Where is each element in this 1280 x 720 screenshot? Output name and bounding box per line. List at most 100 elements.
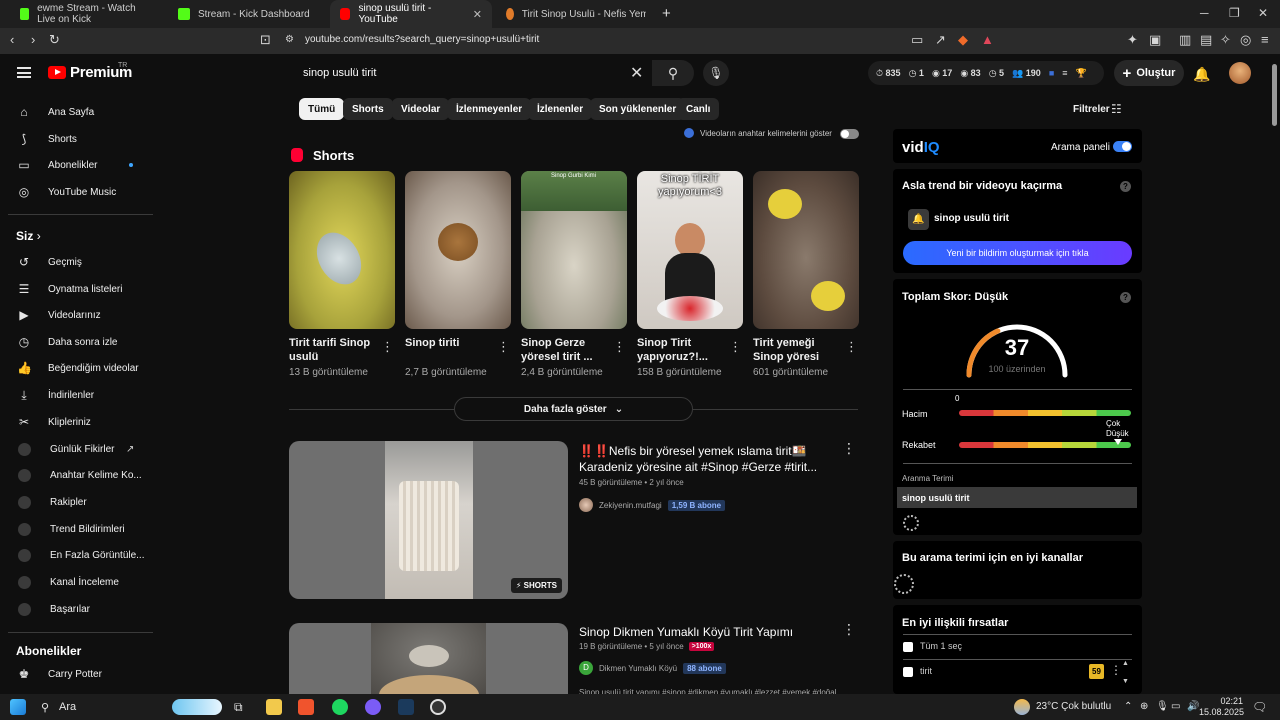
sidebar-item-youtube-music[interactable]: ◎ YouTube Music bbox=[0, 179, 160, 205]
channel-row[interactable]: Zekiyenin.mutfagi 1,59 B abone bbox=[579, 498, 726, 512]
menu-icon[interactable]: ≡ bbox=[1261, 32, 1269, 47]
address-bar[interactable]: youtube.com/results?search_query=sinop+u… bbox=[305, 34, 539, 45]
short-thumbnail[interactable]: Sinop TİRİT yapıyorum<3 bbox=[637, 171, 743, 329]
more-options-icon[interactable]: ⋮ bbox=[842, 440, 856, 457]
new-tab-icon[interactable]: + bbox=[662, 5, 671, 22]
more-options-icon[interactable]: ⋮ bbox=[842, 621, 856, 638]
volume-icon[interactable]: 🔊 bbox=[1187, 701, 1199, 712]
page-scrollbar[interactable] bbox=[1272, 64, 1277, 126]
channel-row[interactable]: D Dikmen Yumaklı Köyü 88 abone bbox=[579, 661, 726, 675]
sidebar-item-your-videos[interactable]: ▶ Videolarınız bbox=[0, 302, 160, 328]
weather-text[interactable]: 23°C Çok bulutlu bbox=[1036, 701, 1111, 712]
more-options-icon[interactable]: ⋮ bbox=[1110, 663, 1122, 677]
vpn-icon[interactable]: ◎ bbox=[1240, 32, 1251, 48]
short-card[interactable]: Tirit tarifi Sinop usulü ⋮ 13 B görüntül… bbox=[289, 171, 395, 378]
sidebar-item-watch-later[interactable]: ◷ Daha sonra izle bbox=[0, 329, 160, 355]
more-options-icon[interactable]: ⋮ bbox=[381, 339, 394, 355]
chip-all[interactable]: Tümü bbox=[299, 98, 345, 120]
taskbar-search[interactable]: Ara bbox=[59, 701, 76, 713]
sidebar-item-channel-review[interactable]: Kanal İnceleme bbox=[0, 569, 160, 595]
channel-avatar[interactable] bbox=[579, 498, 593, 512]
create-button[interactable]: + Oluştur bbox=[1114, 60, 1184, 86]
search-highlight-image[interactable] bbox=[172, 699, 222, 715]
short-title[interactable]: Sinop Tirit yapıyoruz?!... bbox=[637, 336, 727, 364]
sidebar-item-competitors[interactable]: Rakipler bbox=[0, 489, 160, 515]
video-title[interactable]: Sinop Dikmen Yumaklı Köyü Tirit Yapımı bbox=[579, 624, 829, 640]
show-more-button[interactable]: Daha fazla göster ⌄ bbox=[454, 397, 693, 421]
brave-browser-icon[interactable] bbox=[298, 699, 314, 715]
bookmark-icon[interactable]: ⊡ bbox=[260, 32, 271, 48]
guide-menu-icon[interactable] bbox=[17, 67, 31, 78]
notification-center-icon[interactable]: 🗨 bbox=[1252, 700, 1267, 714]
wallet-icon[interactable]: ▤ bbox=[1200, 32, 1212, 48]
close-tab-icon[interactable]: ✕ bbox=[473, 8, 482, 21]
select-all-checkbox[interactable] bbox=[903, 642, 913, 652]
short-card[interactable]: Sinop Gurbi Kimi Sinop Gerze yöresel tir… bbox=[521, 171, 627, 378]
short-title[interactable]: Tirit tarifi Sinop usulü bbox=[289, 336, 379, 364]
chevron-up-icon[interactable]: ⌃ bbox=[1124, 701, 1132, 712]
more-options-icon[interactable]: ⋮ bbox=[729, 339, 742, 355]
avatar[interactable] bbox=[1229, 62, 1251, 84]
search-icon[interactable]: ⚲ bbox=[41, 701, 49, 714]
help-icon[interactable]: ? bbox=[1120, 292, 1131, 303]
search-panel-toggle[interactable] bbox=[1113, 141, 1132, 152]
leo-icon[interactable]: ✧ bbox=[1220, 32, 1231, 48]
notifications-bell-icon[interactable]: 🔔 bbox=[1193, 66, 1210, 83]
sidebar-item-playlists[interactable]: ☰ Oynatma listeleri bbox=[0, 276, 160, 302]
short-card[interactable]: Tirit yemeği Sinop yöresi ⋮ 601 görüntül… bbox=[753, 171, 859, 378]
tab-kick-stream[interactable]: ewme Stream - Watch Live on Kick bbox=[10, 0, 165, 28]
close-window-icon[interactable]: ✕ bbox=[1258, 6, 1268, 20]
short-thumbnail[interactable] bbox=[289, 171, 395, 329]
file-explorer-icon[interactable] bbox=[266, 699, 282, 715]
extensions-icon[interactable]: ✦ bbox=[1127, 32, 1138, 48]
brave-shield-icon[interactable]: ◆ bbox=[958, 32, 968, 48]
windows-start-icon[interactable] bbox=[10, 699, 26, 715]
video-thumbnail[interactable]: ⚡ SHORTS bbox=[289, 441, 568, 599]
chip-videos[interactable]: Videolar bbox=[392, 98, 450, 120]
channel-avatar[interactable]: D bbox=[579, 661, 593, 675]
sidebar-item-most-viewed[interactable]: En Fazla Görüntüle... bbox=[0, 542, 160, 568]
sidebar-item-home[interactable]: ⌂ Ana Sayfa bbox=[0, 99, 160, 125]
steam-icon[interactable] bbox=[398, 699, 414, 715]
sidebar-item-daily-ideas[interactable]: Günlük Fikirler ↗ bbox=[0, 436, 160, 462]
short-thumbnail[interactable] bbox=[405, 171, 511, 329]
chip-live[interactable]: Canlı bbox=[677, 98, 720, 120]
sidebar-toggle-icon[interactable]: ▥ bbox=[1179, 32, 1191, 48]
chip-watched[interactable]: İzlenenler bbox=[528, 98, 593, 120]
chip-shorts[interactable]: Shorts bbox=[343, 98, 393, 120]
search-button[interactable]: ⚲ bbox=[652, 60, 694, 86]
network-icon[interactable]: ▭ bbox=[1171, 701, 1180, 712]
chip-recent[interactable]: Son yüklenenler bbox=[590, 98, 686, 120]
sidebar-item-downloads[interactable]: ⤓ İndirilenler bbox=[0, 382, 160, 408]
tab-search-icon[interactable]: ▣ bbox=[1149, 32, 1161, 48]
more-options-icon[interactable]: ⋮ bbox=[845, 339, 858, 355]
tab-kick-dashboard[interactable]: Stream - Kick Dashboard bbox=[168, 0, 328, 28]
channel-name[interactable]: Zekiyenin.mutfagi bbox=[599, 501, 662, 510]
obs-icon[interactable] bbox=[430, 699, 446, 715]
voice-search-button[interactable]: 🎙 bbox=[703, 60, 729, 86]
sidebar-item-shorts[interactable]: ⟆ Shorts bbox=[0, 126, 160, 152]
vidiq-stats-bar[interactable]: ⏱ 835 ◷ 1 ◉ 17 ◉ 83 ◷ 5 👥 190 ■ ≡ 🏆 bbox=[868, 61, 1104, 85]
sidebar-item-trend-alerts[interactable]: Trend Bildirimleri bbox=[0, 516, 160, 542]
short-card[interactable]: Sinop TİRİT yapıyorum<3 Sinop Tirit yapı… bbox=[637, 171, 743, 378]
create-notification-button[interactable]: Yeni bir bildirim oluşturmak için tıkla bbox=[903, 241, 1132, 265]
minimize-icon[interactable]: ─ bbox=[1200, 6, 1209, 20]
video-title[interactable]: ‼️‼️Nefis bir yöresel yemek ıslama tirit… bbox=[579, 443, 829, 475]
channel-name[interactable]: Dikmen Yumaklı Köyü bbox=[599, 664, 677, 673]
share-icon[interactable]: ↗ bbox=[935, 32, 946, 48]
spotify-icon[interactable] bbox=[332, 699, 348, 715]
sidebar-item-subscriptions[interactable]: ▭ Abonelikler bbox=[0, 152, 160, 178]
maximize-icon[interactable]: ❐ bbox=[1229, 6, 1240, 20]
help-icon[interactable]: ? bbox=[1120, 181, 1131, 192]
forward-icon[interactable]: › bbox=[31, 32, 35, 47]
search-term-value[interactable]: sinop usulü tirit bbox=[897, 487, 1137, 508]
clock-time[interactable]: 02:21 bbox=[1203, 696, 1243, 706]
video-thumbnail[interactable] bbox=[289, 623, 568, 694]
rewards-icon[interactable]: ▲ bbox=[981, 32, 994, 47]
short-thumbnail[interactable]: Sinop Gurbi Kimi bbox=[521, 171, 627, 329]
chip-unwatched[interactable]: İzlenmeyenler bbox=[447, 98, 532, 120]
tab-youtube-active[interactable]: sinop usulü tirit - YouTube ✕ bbox=[330, 0, 492, 28]
filter-sliders-icon[interactable]: ☷ bbox=[1111, 102, 1122, 116]
short-title[interactable]: Sinop tiriti bbox=[405, 336, 495, 350]
sidebar-item-achievements[interactable]: Başarılar bbox=[0, 596, 160, 622]
